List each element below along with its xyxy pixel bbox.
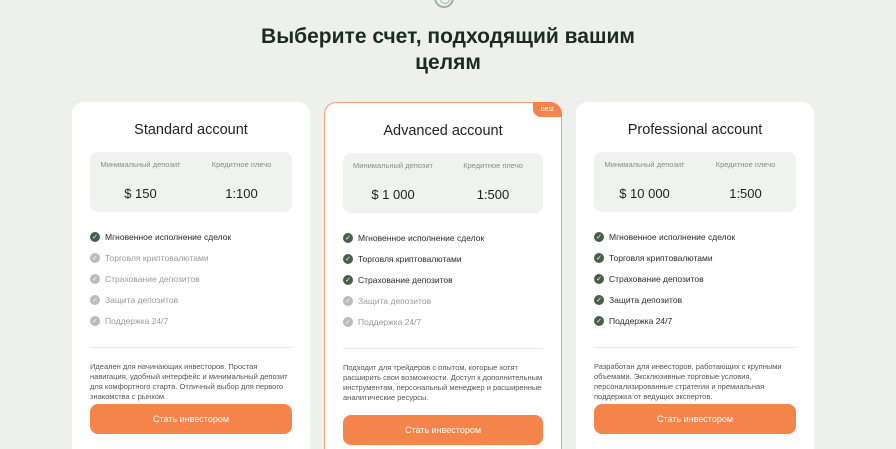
card-stats: Минимальный депозит $ 150 Кредитное плеч… [90,152,292,212]
feature-label: Торговля криптовалютами [358,253,462,264]
stat-leverage: Кредитное плечо 1:500 [700,160,792,201]
feature-item: ✓ Защита депозитов [90,289,310,310]
feature-label: Мгновенное исполнение сделок [609,231,736,242]
stat-value: $ 1 000 [371,187,415,202]
best-badge: best [532,102,562,117]
page-title-line-2: целям [415,51,481,74]
stat-deposit: Минимальный депозит $ 10 000 [599,160,691,201]
stat-label: Минимальный депозит [100,160,181,169]
check-circle-icon: ✓ [594,273,604,284]
stat-label: Минимальный депозит [353,161,433,170]
check-circle-icon: ✓ [343,253,353,264]
feature-item: ✓ Мгновенное исполнение сделок [343,227,561,248]
feature-item: ✓ Страхование депозитов [594,268,814,289]
check-circle-icon: ✓ [594,294,604,305]
page-title: Выберите счет, подходящий вашим целям [0,24,896,76]
card-title: Standard account [134,122,248,138]
card-stats: Минимальный депозит $ 1 000 Кредитное пл… [343,153,543,213]
feature-label: Защита депозитов [358,295,432,306]
feature-list: ✓ Мгновенное исполнение сделок ✓ Торговля к… [343,227,561,332]
feature-item: ✓ Защита депозитов [343,290,561,311]
feature-label: Защита депозитов [105,294,179,305]
account-card-standard: Standard account Минимальный депозит $ 1… [72,102,310,449]
check-circle-icon: ✓ [90,315,100,326]
feature-item: ✓ Страхование депозитов [343,269,561,290]
become-investor-button[interactable]: Стать инвестором [343,415,543,445]
card-stats: Минимальный депозит $ 10 000 Кредитное п… [594,152,796,212]
feature-label: Мгновенное исполнение сделок [105,231,232,242]
account-card-professional: Professional account Минимальный депозит… [576,102,814,449]
feature-label: Поддержка 24/7 [105,315,169,326]
stat-value: $ 150 [124,186,157,201]
feature-label: Страхование депозитов [358,274,453,285]
check-circle-icon: ✓ [343,232,353,243]
feature-item: ✓ Поддержка 24/7 [90,310,310,331]
stat-leverage: Кредитное плечо 1:100 [196,160,288,201]
become-investor-button[interactable]: Стать инвестором [594,404,796,434]
check-circle-icon: ✓ [90,231,100,242]
feature-item: ✓ Страхование депозитов [90,268,310,289]
feature-item: ✓ Мгновенное исполнение сделок [90,226,310,247]
check-circle-icon: ✓ [594,315,604,326]
divider [90,347,292,348]
check-circle-icon: ✓ [594,231,604,242]
card-title: Professional account [627,122,763,138]
check-circle-icon: ✓ [90,273,100,284]
feature-label: Поддержка 24/7 [358,316,422,327]
card-title: Advanced account [383,123,503,139]
check-circle-icon: ✓ [343,295,353,306]
scroll-indicator-icon [434,0,454,8]
feature-label: Страхование депозитов [105,273,200,284]
check-circle-icon: ✓ [90,252,100,263]
feature-label: Поддержка 24/7 [609,315,673,326]
stat-label: Кредитное плечо [715,160,776,169]
feature-list: ✓ Мгновенное исполнение сделок ✓ Торговля к… [90,226,310,331]
feature-label: Страхование депозитов [609,273,704,284]
feature-item: ✓ Торговля криптовалютами [343,248,561,269]
check-circle-icon: ✓ [343,274,353,285]
page-title-line-1: Выберите счет, подходящий вашим [261,25,635,48]
account-card-advanced: best Advanced account Минимальный депози… [324,102,562,449]
stat-label: Кредитное плечо [463,161,523,170]
become-investor-button[interactable]: Стать инвестором [90,404,292,434]
feature-item: ✓ Поддержка 24/7 [594,310,814,331]
stat-leverage: Кредитное плечо 1:500 [447,161,539,202]
feature-item: ✓ Поддержка 24/7 [343,311,561,332]
feature-list: ✓ Мгновенное исполнение сделок ✓ Торговля к… [594,226,814,331]
check-circle-icon: ✓ [594,252,604,263]
feature-item: ✓ Мгновенное исполнение сделок [594,226,814,247]
feature-label: Торговля криптовалютами [609,252,713,263]
stat-value: 1:500 [729,186,762,201]
stat-value: 1:100 [225,186,258,201]
feature-label: Защита депозитов [609,294,683,305]
divider [594,347,796,348]
check-circle-icon: ✓ [90,294,100,305]
feature-item: ✓ Торговля криптовалютами [594,247,814,268]
check-circle-icon: ✓ [343,316,353,327]
feature-item: ✓ Торговля криптовалютами [90,247,310,268]
stat-value: 1:500 [476,187,510,202]
stat-deposit: Минимальный депозит $ 1 000 [347,161,439,202]
feature-label: Мгновенное исполнение сделок [358,232,485,243]
stat-label: Кредитное плечо [211,160,272,169]
divider [343,348,543,349]
feature-item: ✓ Защита депозитов [594,289,814,310]
feature-label: Торговля криптовалютами [105,252,209,263]
stat-label: Минимальный депозит [604,160,685,169]
stat-deposit: Минимальный депозит $ 150 [95,160,187,201]
card-description: Подходит для трейдеров с опытом, которые… [343,363,543,402]
stat-value: $ 10 000 [619,186,670,201]
